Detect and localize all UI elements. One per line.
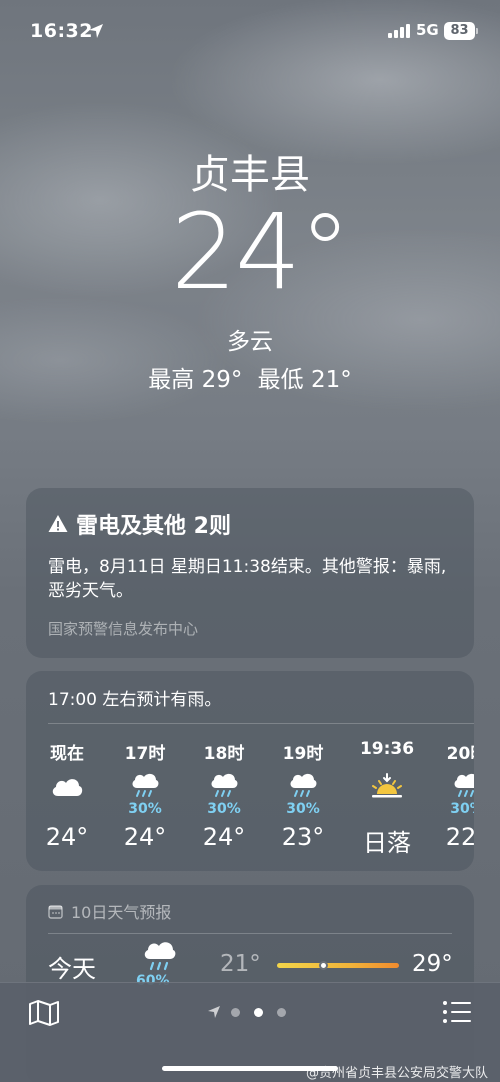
- hourly-forecast-card[interactable]: 17:00 左右预计有雨。 现在 24° 17时 30% 24° 18时 30%…: [26, 671, 474, 871]
- calendar-icon: [48, 904, 63, 919]
- hour-label: 18时: [203, 744, 245, 764]
- hour-item: 20时 30% 22°: [432, 739, 474, 851]
- status-time: 16:32: [30, 20, 93, 42]
- map-icon[interactable]: [28, 999, 60, 1027]
- cloud-icon: [32, 769, 102, 803]
- cellular-signal-icon: [388, 24, 410, 38]
- divider: [48, 933, 452, 934]
- forecast-header: 10日天气预报: [48, 899, 171, 923]
- alert-title-row: 雷电及其他 2则: [48, 508, 231, 540]
- hour-temp: 23°: [281, 823, 325, 851]
- hour-temp: 24°: [202, 823, 246, 851]
- hour-item: 19:36 日落: [352, 739, 422, 858]
- forecast-high: 29°: [412, 951, 453, 977]
- network-type: 5G: [416, 21, 439, 39]
- precip-chance: 30%: [128, 801, 162, 817]
- hour-item: 17时 30% 24°: [110, 739, 180, 851]
- rain-cloud-icon: [144, 942, 176, 971]
- hour-item: 19时 30% 23°: [268, 739, 338, 851]
- hour-item: 18时 30% 24°: [189, 739, 259, 851]
- page-dot: [277, 1007, 286, 1017]
- hour-label: 20时: [446, 744, 474, 764]
- hour-label: 19:36: [359, 739, 415, 759]
- alert-title: 雷电及其他 2则: [76, 514, 231, 539]
- rain-cloud-icon: [189, 769, 259, 803]
- hour-label: 17时: [124, 744, 166, 764]
- location-arrow-icon: [89, 24, 103, 38]
- warning-icon: [48, 515, 68, 532]
- sunset-icon: [352, 769, 422, 803]
- hour-item: 现在 24°: [32, 739, 102, 851]
- hour-temp: 24°: [45, 823, 89, 851]
- divider: [48, 723, 474, 724]
- battery-tip: [476, 28, 478, 34]
- hour-temp: 22°: [445, 823, 474, 851]
- page-dot-active: [254, 1007, 263, 1017]
- rain-cloud-icon: [432, 769, 474, 803]
- forecast-low: 21°: [220, 951, 261, 977]
- list-icon[interactable]: [442, 999, 472, 1025]
- temperature-range-bar: [277, 963, 399, 968]
- current-temperature: 24°: [170, 191, 351, 313]
- hourly-summary: 17:00 左右预计有雨。: [48, 690, 222, 710]
- high-low: 最高 29° 最低 21°: [0, 360, 500, 394]
- alert-body: 雷电，8月11日 星期日11:38结束。其他警报：暴雨, 恶劣天气。: [48, 557, 447, 601]
- precip-chance: 30%: [286, 801, 320, 817]
- sunset-label: 日落: [363, 829, 411, 857]
- current-temp-marker: [318, 961, 328, 970]
- precip-chance: 30%: [207, 801, 241, 817]
- low-temperature: 最低 21°: [257, 367, 352, 393]
- precip-chance: 30%: [450, 801, 474, 817]
- rain-cloud-icon: [268, 769, 338, 803]
- status-bar: 16:32 5G 83: [0, 0, 500, 64]
- watermark: @贵州省贞丰县公安局交警大队: [306, 1066, 489, 1081]
- precip-chance: [32, 801, 102, 817]
- location-page-icon: [208, 1006, 220, 1018]
- page-dot: [231, 1007, 240, 1017]
- hour-temp: 24°: [123, 823, 167, 851]
- forecast-title: 10日天气预报: [71, 903, 172, 922]
- hour-label: 现在: [50, 744, 84, 764]
- rain-cloud-icon: [110, 769, 180, 803]
- high-temperature: 最高 29°: [148, 367, 243, 393]
- weather-alert-card[interactable]: 雷电及其他 2则 雷电，8月11日 星期日11:38结束。其他警报：暴雨, 恶劣…: [26, 488, 474, 658]
- alert-source: 国家预警信息发布中心: [48, 620, 199, 638]
- battery-icon: 83: [444, 22, 475, 40]
- page-indicator[interactable]: [207, 1005, 300, 1019]
- precip-chance: [352, 801, 422, 817]
- forecast-day: 今天: [48, 955, 96, 983]
- current-condition: 多云: [227, 329, 273, 355]
- hour-label: 19时: [282, 744, 324, 764]
